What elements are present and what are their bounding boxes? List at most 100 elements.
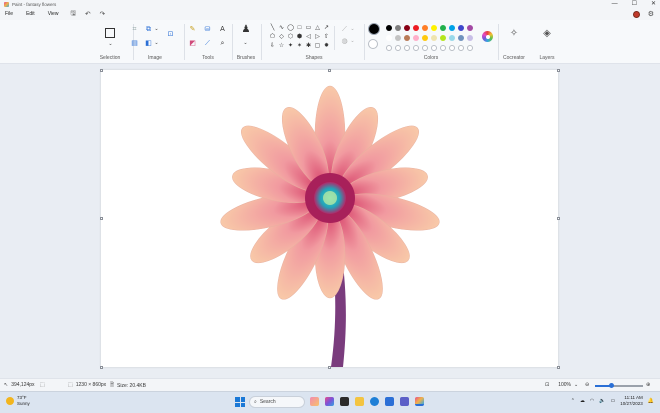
arrow-shape-icon[interactable]: ↗: [322, 25, 331, 32]
color-swatch[interactable]: [395, 35, 401, 41]
chevron-up-icon[interactable]: ⌃: [571, 398, 575, 404]
custom-color-swatch[interactable]: [467, 45, 473, 51]
star-shape-icon[interactable]: ☆: [277, 43, 286, 50]
zoom-slider-thumb[interactable]: [609, 383, 615, 388]
triangle-shape-icon[interactable]: △: [313, 25, 322, 32]
secondary-color-swatch[interactable]: [368, 39, 378, 49]
four-point-star-shape-icon[interactable]: ✦: [286, 43, 295, 50]
close-button[interactable]: ✕: [651, 0, 656, 8]
chevron-down-icon[interactable]: ⌄: [106, 41, 115, 48]
zoom-in-icon[interactable]: ⊕: [646, 382, 650, 388]
teams-icon[interactable]: [400, 397, 409, 406]
color-swatch[interactable]: [467, 25, 473, 31]
wifi-icon[interactable]: ◠: [590, 398, 594, 404]
curve-shape-icon[interactable]: ∿: [277, 25, 286, 32]
filled-hexagon-shape-icon[interactable]: ⬢: [295, 34, 304, 41]
zoom-level[interactable]: 100%: [558, 382, 571, 388]
taskbar-search-box[interactable]: ⌕ Search: [249, 396, 305, 408]
pencil-icon[interactable]: ✎: [188, 26, 197, 33]
pentagon-shape-icon[interactable]: ⬠: [268, 34, 277, 41]
left-arrow-shape-icon[interactable]: ◁: [304, 34, 313, 41]
layers-icon[interactable]: ◈: [541, 29, 553, 39]
redo-icon[interactable]: ↷: [99, 10, 104, 18]
volume-icon[interactable]: 🔈: [599, 398, 605, 404]
paint-taskbar-icon[interactable]: [415, 397, 424, 406]
file-explorer-icon[interactable]: [355, 397, 364, 406]
right-arrow-shape-icon[interactable]: ▷: [313, 34, 322, 41]
explosion-shape-icon[interactable]: ✸: [322, 43, 331, 50]
color-swatch[interactable]: [386, 35, 392, 41]
callout-shape-icon[interactable]: ▢: [313, 43, 322, 50]
crop-icon[interactable]: ⌗: [130, 26, 139, 33]
canvas-resize-handle[interactable]: [328, 68, 331, 72]
color-swatch[interactable]: [404, 25, 410, 31]
color-swatch[interactable]: [404, 35, 410, 41]
custom-color-swatch[interactable]: [458, 45, 464, 51]
color-swatch[interactable]: [458, 35, 464, 41]
onedrive-icon[interactable]: ☁: [580, 398, 585, 404]
cocreator-sparkle-icon[interactable]: ✧: [508, 29, 520, 39]
remove-background-icon[interactable]: ⊡: [166, 31, 175, 38]
custom-color-swatch[interactable]: [386, 45, 392, 51]
menu-view[interactable]: View: [48, 11, 59, 17]
hexagon-shape-icon[interactable]: ⬡: [286, 34, 295, 41]
maximize-button[interactable]: ☐: [632, 0, 637, 8]
primary-color-swatch[interactable]: [368, 23, 380, 35]
notification-bell-icon[interactable]: 🔔: [648, 398, 654, 404]
custom-color-swatch[interactable]: [431, 45, 437, 51]
undo-icon[interactable]: ↶: [85, 10, 90, 18]
clock[interactable]: 11:11 AM 10/27/2023: [620, 395, 643, 406]
canvas-resize-handle[interactable]: [556, 217, 560, 220]
canvas-resize-handle[interactable]: [99, 217, 103, 220]
magnifier-icon[interactable]: ⌕: [218, 40, 227, 47]
color-swatch[interactable]: [449, 35, 455, 41]
custom-color-swatch[interactable]: [395, 45, 401, 51]
minimize-button[interactable]: —: [612, 0, 618, 8]
chevron-down-icon[interactable]: ⌄: [152, 40, 161, 47]
chevron-down-icon[interactable]: ⌄: [348, 38, 357, 45]
burst-shape-icon[interactable]: ✱: [304, 43, 313, 50]
up-arrow-shape-icon[interactable]: ⇧: [322, 34, 331, 41]
edge-browser-icon[interactable]: [370, 397, 379, 406]
drawing-canvas[interactable]: [101, 70, 558, 367]
chevron-down-icon[interactable]: ⌄: [152, 26, 161, 33]
canvas-resize-handle[interactable]: [556, 68, 560, 72]
custom-color-swatch[interactable]: [422, 45, 428, 51]
menu-file[interactable]: File: [5, 11, 13, 17]
save-icon[interactable]: 🖫: [70, 9, 76, 20]
color-swatch[interactable]: [431, 35, 437, 41]
canvas-resize-handle[interactable]: [556, 365, 560, 369]
color-picker-icon[interactable]: ⟋: [203, 40, 212, 47]
terminal-icon[interactable]: [340, 397, 349, 406]
canvas-resize-handle[interactable]: [99, 365, 103, 369]
color-swatch[interactable]: [386, 25, 392, 31]
diamond-shape-icon[interactable]: ◇: [277, 34, 286, 41]
rounded-rectangle-shape-icon[interactable]: ▭: [304, 25, 313, 32]
fit-to-window-icon[interactable]: ⊡: [545, 382, 549, 388]
battery-icon[interactable]: ▭: [611, 398, 616, 404]
chevron-down-icon[interactable]: ⌄: [241, 40, 250, 47]
color-swatch[interactable]: [413, 25, 419, 31]
text-tool-icon[interactable]: A: [218, 26, 227, 33]
six-point-star-shape-icon[interactable]: ✶: [295, 43, 304, 50]
zoom-out-icon[interactable]: ⊖: [585, 382, 589, 388]
start-button-icon[interactable]: [235, 397, 245, 407]
selection-rectangle-icon[interactable]: [105, 28, 115, 38]
copilot-icon[interactable]: [310, 397, 319, 406]
rectangle-shape-icon[interactable]: □: [295, 25, 304, 32]
line-shape-icon[interactable]: ╲: [268, 25, 277, 32]
color-swatch[interactable]: [467, 35, 473, 41]
color-swatch[interactable]: [422, 25, 428, 31]
account-avatar[interactable]: [632, 10, 640, 18]
custom-color-swatch[interactable]: [440, 45, 446, 51]
color-swatch[interactable]: [413, 35, 419, 41]
app-icon[interactable]: [325, 397, 334, 406]
color-swatch[interactable]: [440, 25, 446, 31]
fill-bucket-icon[interactable]: ⛁: [203, 26, 212, 33]
color-swatch[interactable]: [395, 25, 401, 31]
rotate-icon[interactable]: ▤: [130, 40, 139, 47]
color-swatch[interactable]: [431, 25, 437, 31]
color-swatch[interactable]: [422, 35, 428, 41]
canvas-resize-handle[interactable]: [99, 68, 103, 72]
edit-colors-wheel-icon[interactable]: [482, 31, 493, 42]
